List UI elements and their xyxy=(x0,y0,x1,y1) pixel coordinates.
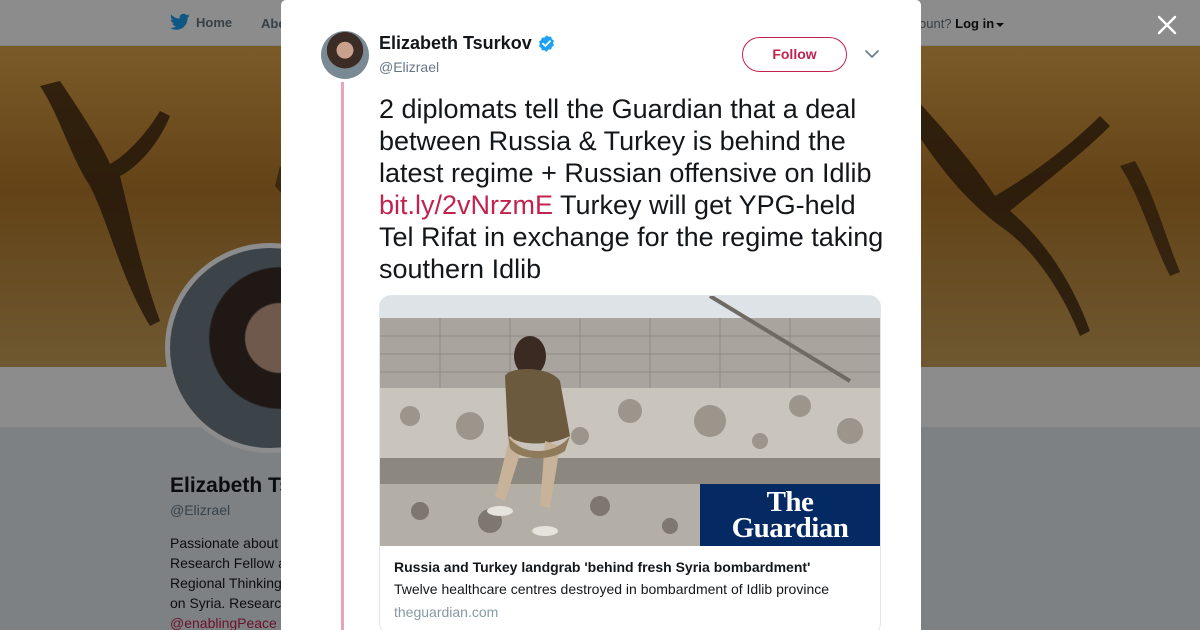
link-preview-card[interactable]: The Guardian Russia and Turkey landgrab … xyxy=(379,295,881,630)
tweet-more-button[interactable] xyxy=(864,46,880,62)
tweet-text-part: 2 diplomats tell the Guardian that a dea… xyxy=(379,94,872,188)
author-avatar[interactable] xyxy=(321,31,369,79)
card-domain: theguardian.com xyxy=(394,604,499,620)
author-handle[interactable]: @Elizrael xyxy=(379,59,439,75)
author-name: Elizabeth Tsurkov xyxy=(379,33,532,53)
card-description: Twelve healthcare centres destroyed in b… xyxy=(394,581,830,597)
chevron-down-icon xyxy=(865,50,879,59)
close-icon xyxy=(1157,15,1177,35)
author-name-row[interactable]: Elizabeth Tsurkov xyxy=(379,33,556,54)
card-image: The Guardian xyxy=(380,296,880,546)
tweet-text: 2 diplomats tell the Guardian that a dea… xyxy=(379,93,884,285)
card-title: Russia and Turkey landgrab 'behind fresh… xyxy=(394,559,811,575)
tweet-modal: Elizabeth Tsurkov @Elizrael Follow 2 dip… xyxy=(281,0,921,630)
follow-button[interactable]: Follow xyxy=(742,37,847,72)
verified-badge-icon xyxy=(538,35,554,52)
close-button[interactable] xyxy=(1152,10,1182,40)
tweet-link[interactable]: bit.ly/2vNrzmE xyxy=(379,190,553,220)
thread-line xyxy=(341,82,344,630)
guardian-logo: The Guardian xyxy=(700,484,880,546)
logo-line: Guardian xyxy=(731,512,849,544)
